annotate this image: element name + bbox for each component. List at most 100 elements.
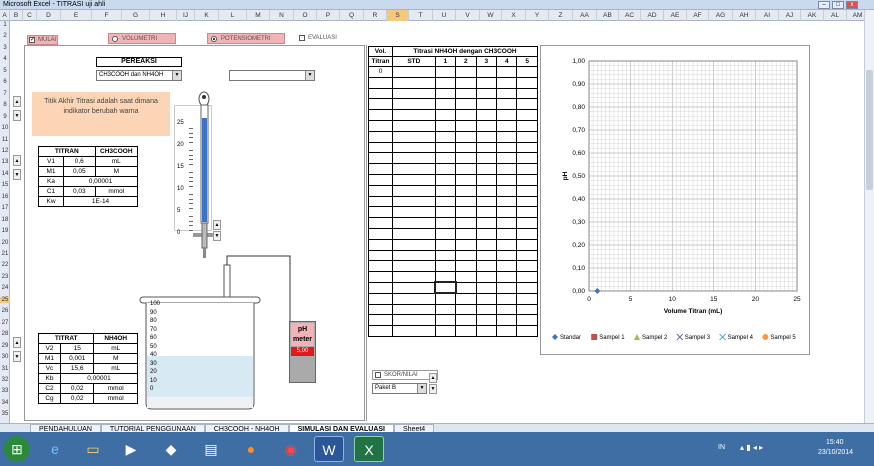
column-header[interactable]: AK <box>801 10 824 21</box>
spin-down-icon[interactable]: ▼ <box>13 351 21 362</box>
column-header[interactable]: IJ <box>177 10 195 21</box>
data-cell[interactable] <box>455 314 477 327</box>
data-cell[interactable] <box>392 141 436 154</box>
data-cell[interactable] <box>392 260 436 273</box>
row-header[interactable]: 14 <box>0 171 10 177</box>
column-header[interactable]: AG <box>709 10 733 21</box>
data-cell[interactable] <box>455 325 477 337</box>
data-cell[interactable] <box>496 87 518 100</box>
data-cell[interactable] <box>434 76 457 89</box>
data-cell[interactable] <box>475 98 498 111</box>
data-cell[interactable] <box>475 141 498 154</box>
data-cell[interactable] <box>496 109 518 121</box>
data-cell[interactable] <box>455 119 477 132</box>
row-header[interactable]: 10 <box>0 125 10 131</box>
column-header[interactable]: U <box>433 10 456 21</box>
column-header[interactable]: AD <box>641 10 664 21</box>
data-cell[interactable] <box>496 217 518 229</box>
data-cell[interactable] <box>516 163 538 175</box>
data-cell[interactable] <box>368 195 393 208</box>
column-header[interactable]: L <box>219 10 247 21</box>
data-cell[interactable] <box>475 281 498 294</box>
folder-icon[interactable]: ▭ <box>78 436 108 462</box>
data-cell[interactable] <box>434 87 457 100</box>
column-header[interactable]: W <box>480 10 502 21</box>
data-cell[interactable] <box>475 119 498 132</box>
data-cell[interactable] <box>434 271 457 283</box>
data-cell[interactable] <box>475 206 498 219</box>
media-icon[interactable]: ▶ <box>116 436 146 462</box>
data-cell[interactable] <box>516 303 538 316</box>
skor-checkbox[interactable] <box>375 372 381 378</box>
data-cell[interactable] <box>392 173 436 186</box>
data-cell[interactable] <box>368 152 393 165</box>
column-header[interactable]: N <box>270 10 294 21</box>
data-cell[interactable] <box>516 119 538 132</box>
data-cell[interactable] <box>368 141 393 154</box>
spin-up-icon[interactable]: ▲ <box>13 155 21 166</box>
data-cell[interactable] <box>434 141 457 154</box>
data-cell[interactable] <box>392 98 436 111</box>
data-cell[interactable] <box>455 163 477 175</box>
row-header[interactable]: 19 <box>0 228 10 234</box>
column-header[interactable]: AH <box>733 10 756 21</box>
data-cell[interactable] <box>368 281 393 294</box>
chevron-down-icon[interactable]: ▼ <box>417 384 426 393</box>
data-cell[interactable] <box>516 109 538 121</box>
cell[interactable]: 0,02 <box>60 383 95 394</box>
cell[interactable]: 0,00001 <box>60 373 138 384</box>
row-header[interactable]: 4 <box>0 56 10 62</box>
mulai-checkbox[interactable]: ✓ <box>29 37 35 43</box>
chevron-down-icon[interactable]: ▼ <box>305 71 314 80</box>
data-cell[interactable] <box>368 271 393 283</box>
column-header[interactable]: AA <box>573 10 597 21</box>
volumetri-radio[interactable] <box>112 36 118 42</box>
chrome-icon[interactable]: ◉ <box>276 436 306 462</box>
data-cell[interactable] <box>516 314 538 327</box>
column-header[interactable]: Q <box>340 10 364 21</box>
cell[interactable]: 0,00001 <box>63 176 138 187</box>
data-cell[interactable] <box>516 184 538 197</box>
column-header[interactable]: X <box>502 10 526 21</box>
data-cell[interactable] <box>496 152 518 165</box>
data-cell[interactable] <box>475 109 498 121</box>
data-cell[interactable] <box>455 152 477 165</box>
data-cell[interactable] <box>434 66 457 78</box>
data-cell[interactable] <box>368 76 393 89</box>
volumetri-option[interactable]: VOLUMETRI <box>108 33 176 44</box>
data-cell[interactable] <box>392 227 436 240</box>
row-header[interactable]: 25 <box>0 296 10 303</box>
spin-down-icon[interactable]: ▼ <box>213 231 221 241</box>
start-icon[interactable]: ⊞ <box>4 436 30 462</box>
data-cell[interactable] <box>434 217 457 229</box>
column-header[interactable]: AC <box>619 10 641 21</box>
data-cell[interactable] <box>516 195 538 208</box>
data-cell[interactable] <box>496 98 518 111</box>
cell[interactable]: 0,02 <box>60 393 95 404</box>
data-cell[interactable] <box>455 281 477 294</box>
spin-down-icon[interactable]: ▼ <box>429 384 437 394</box>
data-cell[interactable] <box>434 292 457 305</box>
spin-up-icon[interactable]: ▲ <box>13 96 21 107</box>
excel-icon[interactable]: X <box>354 436 384 462</box>
data-cell[interactable] <box>455 303 477 316</box>
data-cell[interactable] <box>434 227 457 240</box>
data-cell[interactable] <box>496 195 518 208</box>
data-cell[interactable] <box>516 87 538 100</box>
spinner-titran[interactable]: ▲ ▼ <box>13 155 22 183</box>
row-header[interactable]: 18 <box>0 217 10 223</box>
data-cell[interactable] <box>516 217 538 229</box>
data-cell[interactable] <box>516 152 538 165</box>
data-cell[interactable] <box>392 184 436 197</box>
row-header[interactable]: 8 <box>0 102 10 108</box>
chart-container[interactable]: 0,00 0,10 0,20 0,30 0,40 0,50 0,60 0,70 0,80 0,90… <box>540 45 810 355</box>
row-header[interactable]: 13 <box>0 159 10 165</box>
column-header[interactable]: K <box>195 10 219 21</box>
data-cell[interactable] <box>368 217 393 229</box>
data-cell[interactable] <box>516 76 538 89</box>
data-cell[interactable] <box>475 217 498 229</box>
vertical-scrollbar[interactable] <box>864 10 874 423</box>
column-header[interactable]: AB <box>597 10 619 21</box>
maximize-button[interactable]: □ <box>832 1 844 9</box>
data-cell[interactable] <box>496 163 518 175</box>
